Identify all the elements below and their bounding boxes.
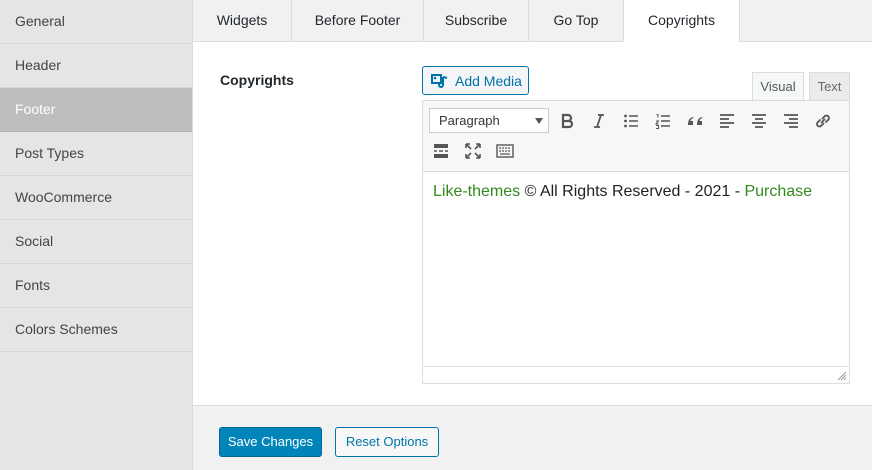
- read-more-icon[interactable]: [429, 139, 453, 163]
- sidebar-item-general[interactable]: General: [0, 0, 192, 44]
- like-themes-link[interactable]: Like-themes: [433, 183, 520, 200]
- editor-content[interactable]: Like-themes © All Rights Reserved - 2021…: [433, 183, 812, 201]
- fullscreen-icon[interactable]: [461, 139, 485, 163]
- align-right-icon[interactable]: [779, 109, 803, 133]
- editor-statusbar: [423, 366, 849, 383]
- align-center-icon[interactable]: [747, 109, 771, 133]
- blockquote-icon[interactable]: [683, 109, 707, 133]
- copyrights-field-label: Copyrights: [220, 72, 294, 88]
- add-media-button[interactable]: Add Media: [422, 66, 529, 95]
- sidebar-item-colors-schemes[interactable]: Colors Schemes: [0, 308, 192, 352]
- keyboard-icon[interactable]: [493, 139, 517, 163]
- wysiwyg-editor: Paragraph Like-themes © All Rights Reser…: [422, 100, 850, 384]
- add-media-label: Add Media: [455, 72, 522, 89]
- bold-icon[interactable]: [555, 109, 579, 133]
- copyright-text: © All Rights Reserved - 2021 -: [520, 183, 745, 200]
- section-tabs: Widgets Before Footer Subscribe Go Top C…: [193, 0, 872, 43]
- main-content: Widgets Before Footer Subscribe Go Top C…: [193, 0, 872, 470]
- reset-options-button[interactable]: Reset Options: [335, 427, 439, 457]
- sidebar-item-footer[interactable]: Footer: [0, 88, 192, 132]
- chevron-down-icon: [535, 118, 543, 124]
- media-icon: [431, 73, 448, 88]
- tab-subscribe[interactable]: Subscribe: [424, 0, 529, 42]
- italic-icon[interactable]: [587, 109, 611, 133]
- sidebar-item-woocommerce[interactable]: WooCommerce: [0, 176, 192, 220]
- link-icon[interactable]: [811, 109, 835, 133]
- numbered-list-icon[interactable]: [651, 109, 675, 133]
- tab-go-top[interactable]: Go Top: [529, 0, 624, 42]
- tab-copyrights[interactable]: Copyrights: [624, 0, 740, 43]
- align-left-icon[interactable]: [715, 109, 739, 133]
- bullet-list-icon[interactable]: [619, 109, 643, 133]
- purchase-link[interactable]: Purchase: [744, 183, 812, 200]
- resize-handle-icon[interactable]: [837, 371, 847, 381]
- visual-mode-tab[interactable]: Visual: [752, 72, 804, 101]
- tab-widgets[interactable]: Widgets: [193, 0, 292, 42]
- sidebar-item-header[interactable]: Header: [0, 44, 192, 88]
- tab-before-footer[interactable]: Before Footer: [292, 0, 424, 42]
- sidebar-item-fonts[interactable]: Fonts: [0, 264, 192, 308]
- sidebar-item-social[interactable]: Social: [0, 220, 192, 264]
- save-changes-button[interactable]: Save Changes: [219, 427, 322, 457]
- actions-bar: Save Changes Reset Options: [193, 407, 872, 470]
- sidebar-item-post-types[interactable]: Post Types: [0, 132, 192, 176]
- options-sidebar: General Header Footer Post Types WooComm…: [0, 0, 193, 470]
- format-select[interactable]: Paragraph: [429, 108, 549, 133]
- text-mode-tab[interactable]: Text: [809, 72, 850, 101]
- editor-toolbar: Paragraph: [423, 101, 849, 172]
- copyrights-panel: Copyrights Add Media Visual Text Paragra…: [193, 42, 872, 406]
- format-select-value: Paragraph: [439, 113, 500, 128]
